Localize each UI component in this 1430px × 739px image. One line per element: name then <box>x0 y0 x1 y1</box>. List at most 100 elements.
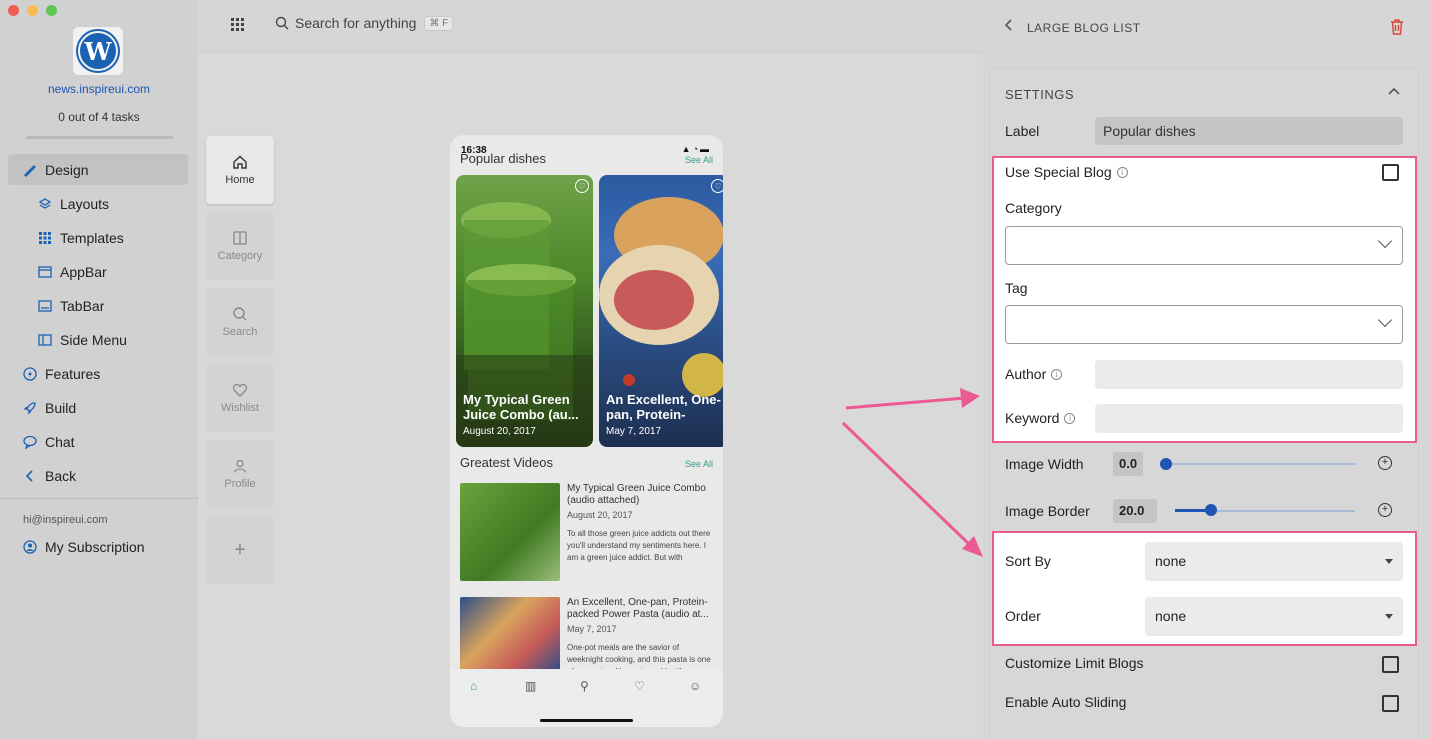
video-date: May 7, 2017 <box>567 624 617 634</box>
site-url[interactable]: news.inspireui.com <box>0 82 198 96</box>
add-tab-button[interactable]: + <box>206 516 274 584</box>
list-item[interactable]: My Typical Green Juice Combo (audio atta… <box>460 483 715 583</box>
tab-home[interactable]: Home <box>206 136 274 204</box>
sidebar-item-build[interactable]: Build <box>8 392 188 423</box>
back-chevron-icon[interactable] <box>1003 18 1013 35</box>
brush-icon <box>23 163 37 177</box>
order-value: none <box>1155 608 1187 624</box>
chat-icon <box>23 435 37 449</box>
tabbar-icon <box>38 299 52 313</box>
info-icon[interactable]: i <box>1064 412 1076 424</box>
minimize-window-button[interactable] <box>27 5 38 16</box>
sidebar-item-label: Design <box>45 161 89 178</box>
plus-icon: + <box>234 538 246 561</box>
keyword-input[interactable] <box>1095 404 1403 433</box>
use-special-blog-label: Use Special Blog i <box>1005 164 1128 180</box>
sidebar-item-appbar[interactable]: AppBar <box>8 256 188 287</box>
category-icon <box>233 231 247 245</box>
info-icon[interactable]: i <box>1116 166 1128 178</box>
category-icon[interactable]: ▥ <box>525 679 536 693</box>
order-dropdown[interactable]: none <box>1145 597 1403 636</box>
image-border-value: 20.0 <box>1113 499 1157 523</box>
close-window-button[interactable] <box>8 5 19 16</box>
author-input[interactable] <box>1095 360 1403 389</box>
image-width-slider-thumb[interactable] <box>1160 458 1172 470</box>
tag-select[interactable] <box>1005 305 1403 344</box>
sidebar-item-label: Chat <box>45 433 75 450</box>
home-indicator <box>540 719 633 722</box>
see-all-link[interactable]: See All <box>685 459 713 469</box>
sidebar-item-design[interactable]: Design <box>8 154 188 185</box>
card-date: August 20, 2017 <box>463 426 536 437</box>
image-border-slider-thumb[interactable] <box>1205 504 1217 516</box>
video-description: One-pot meals are the savior of weeknigh… <box>567 643 711 672</box>
favorite-icon[interactable]: ♡ <box>575 179 589 193</box>
tab-wishlist[interactable]: Wishlist <box>206 364 274 432</box>
sidebar-item-label: Features <box>45 365 101 382</box>
blog-card[interactable]: ♡ My Typical Green Juice Combo (au... Au… <box>456 175 593 447</box>
use-special-blog-checkbox[interactable] <box>1382 164 1399 181</box>
sidebar-item-tabbar[interactable]: TabBar <box>8 290 188 321</box>
sort-by-dropdown[interactable]: none <box>1145 542 1403 581</box>
label-field-label: Label <box>1005 123 1040 139</box>
card-date: May 7, 2017 <box>606 426 662 437</box>
chevron-down-icon <box>1377 312 1393 328</box>
sidebar-item-side-menu[interactable]: Side Menu <box>8 324 188 355</box>
blog-card[interactable]: ♡ An Excellent, One-pan, Protein-pack...… <box>599 175 723 447</box>
videos-section-title: Greatest Videos <box>460 455 553 470</box>
plus-circle-icon[interactable]: + <box>1378 503 1392 517</box>
card-title: An Excellent, One-pan, Protein-pack... <box>606 392 721 422</box>
sidebar-item-chat[interactable]: Chat <box>8 426 188 457</box>
home-icon[interactable]: ⌂ <box>470 679 477 693</box>
category-label: Category <box>1005 200 1062 216</box>
chevron-up-icon[interactable] <box>1388 86 1400 101</box>
list-item[interactable]: An Excellent, One-pan, Protein-packed Po… <box>460 597 715 672</box>
sidebar-item-label: AppBar <box>60 263 107 280</box>
heart-icon[interactable]: ♡ <box>634 679 645 693</box>
task-progress-bar <box>26 136 173 139</box>
tab-profile[interactable]: Profile <box>206 440 274 508</box>
keyword-text: Keyword <box>1005 410 1060 426</box>
sidebar-item-templates[interactable]: Templates <box>8 222 188 253</box>
layers-icon <box>38 197 52 211</box>
wordpress-icon: W <box>78 31 118 71</box>
sidebar-item-label: TabBar <box>60 297 105 314</box>
see-all-link[interactable]: See All <box>685 155 713 165</box>
customize-limit-checkbox[interactable] <box>1382 656 1399 673</box>
favorite-icon[interactable]: ♡ <box>711 179 723 193</box>
apps-grid-icon[interactable] <box>231 18 244 31</box>
tab-label: Home <box>225 174 255 186</box>
arrow-to-filters <box>845 388 980 410</box>
sidebar-item-label: Side Menu <box>60 331 127 348</box>
author-label: Author i <box>1005 366 1063 382</box>
dropdown-arrow-icon <box>1385 614 1393 619</box>
sidebar-item-layouts[interactable]: Layouts <box>8 188 188 219</box>
my-subscription-link[interactable]: My Subscription <box>23 539 145 555</box>
maximize-window-button[interactable] <box>46 5 57 16</box>
auto-sliding-label: Enable Auto Sliding <box>1005 694 1127 710</box>
auto-sliding-checkbox[interactable] <box>1382 695 1399 712</box>
sidebar-item-features[interactable]: Features <box>8 358 188 389</box>
status-icons: ▲◔▬ <box>681 144 711 154</box>
sidebar-item-label: Back <box>45 467 77 484</box>
delete-icon[interactable] <box>1389 18 1405 36</box>
plus-circle-icon[interactable]: + <box>1378 456 1392 470</box>
user-icon <box>233 459 247 473</box>
tab-category[interactable]: Category <box>206 212 274 280</box>
search-icon[interactable]: ⚲ <box>580 679 589 693</box>
label-input[interactable]: Popular dishes <box>1095 117 1403 145</box>
popular-section-title: Popular dishes <box>460 151 546 166</box>
user-icon[interactable]: ☺ <box>689 679 701 693</box>
search-bar[interactable]: Search for anything ⌘ F <box>275 15 454 31</box>
tab-search[interactable]: Search <box>206 288 274 356</box>
window-controls <box>8 5 57 16</box>
category-select[interactable] <box>1005 226 1403 265</box>
arrow-to-sorting <box>841 421 983 557</box>
info-icon[interactable]: i <box>1051 368 1063 380</box>
image-width-track[interactable] <box>1165 463 1355 465</box>
site-logo[interactable]: W <box>73 27 123 75</box>
panel-title: LARGE BLOG LIST <box>1027 21 1141 35</box>
sort-by-value: none <box>1155 553 1187 569</box>
sidebar: W news.inspireui.com 0 out of 4 tasks De… <box>0 0 198 739</box>
sidebar-item-back[interactable]: Back <box>8 460 188 491</box>
